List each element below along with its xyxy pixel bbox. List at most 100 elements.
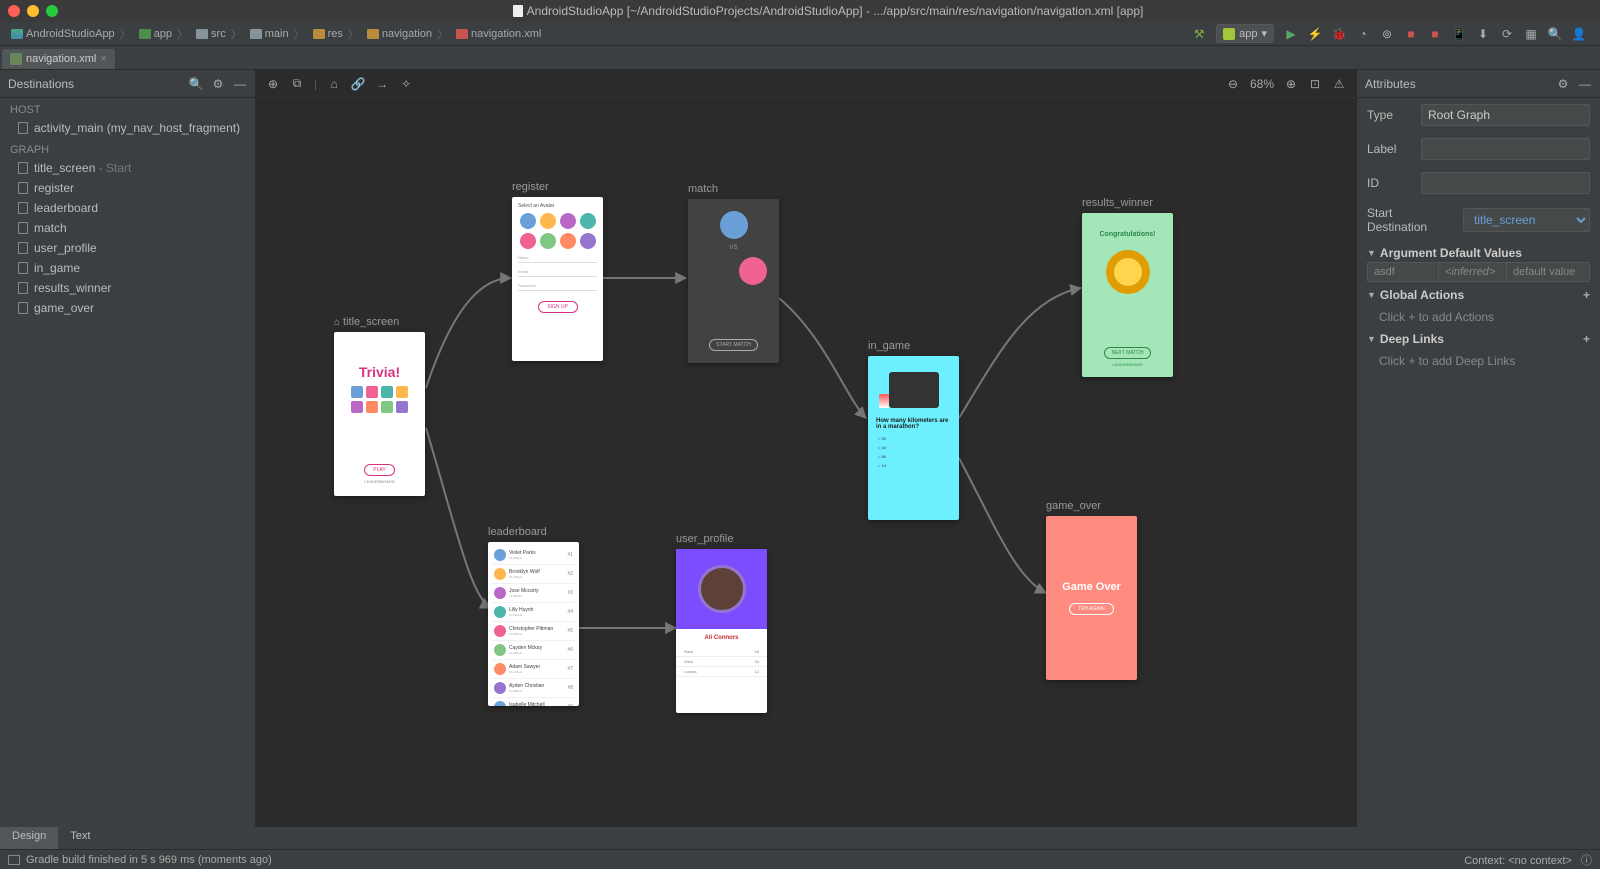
minimize-icon[interactable]: — (233, 77, 247, 91)
crumb-navigation[interactable]: navigation〉 (364, 26, 453, 42)
action-icon[interactable]: → (375, 77, 389, 91)
apply-changes-icon[interactable]: ⚡ (1308, 27, 1322, 41)
dest-register[interactable]: register (0, 178, 255, 198)
traffic-lights (8, 5, 58, 17)
profiler-icon[interactable]: ◔ (1356, 27, 1370, 41)
close-tab-icon[interactable]: × (100, 53, 106, 65)
auto-arrange-icon[interactable]: ✧ (399, 77, 413, 91)
file-tab-navigation[interactable]: navigation.xml × (2, 49, 115, 69)
start-dest-select[interactable]: title_screen (1463, 208, 1590, 232)
add-action-icon[interactable]: + (1583, 288, 1590, 302)
minimize-icon[interactable]: — (1578, 77, 1592, 91)
add-destination-icon[interactable]: ⊕ (266, 77, 280, 91)
terminal-icon[interactable] (8, 855, 20, 865)
dest-match[interactable]: match (0, 218, 255, 238)
start-dest-label: Start Destination (1367, 206, 1455, 234)
label-field[interactable] (1421, 138, 1590, 160)
fragment-icon (18, 222, 28, 234)
main-toolbar: ⚒ app▾ ▶ ⚡ 🐞 ◔ ⊚ ■ ■ 📱 ⬇ ⟳ ▦ 🔍 👤 (1192, 24, 1592, 43)
node-match[interactable]: match VS START MATCH (688, 183, 779, 363)
crumb-app[interactable]: app〉 (136, 26, 193, 42)
crumb-main[interactable]: main〉 (247, 26, 310, 42)
global-actions-header[interactable]: ▼Global Actions+ (1357, 282, 1600, 308)
dest-title-screen[interactable]: title_screen - Start (0, 158, 255, 178)
attach-debugger-icon[interactable]: ⊚ (1380, 27, 1394, 41)
nav-editor-canvas: ⊕ ⧉ | ⌂ 🔗 → ✧ ⊖ 68% ⊕ ⊡ ⚠ (256, 70, 1356, 827)
fragment-icon (18, 242, 28, 254)
user-avatar-icon[interactable]: 👤 (1572, 27, 1586, 41)
close-window-icon[interactable] (8, 5, 20, 17)
graph-section-label: GRAPH (0, 138, 255, 158)
maximize-window-icon[interactable] (46, 5, 58, 17)
nested-graph-icon[interactable]: ⧉ (290, 77, 304, 91)
gear-icon[interactable]: ⚙ (211, 77, 225, 91)
status-message: Gradle build finished in 5 s 969 ms (mom… (26, 854, 272, 866)
run-config-dropdown[interactable]: app▾ (1216, 24, 1274, 43)
host-item[interactable]: activity_main (my_nav_host_fragment) (0, 118, 255, 138)
nav-graph-canvas[interactable]: ⌂title_screen Trivia! PLAY LEADERBOARD r… (256, 98, 1356, 827)
fragment-icon (18, 202, 28, 214)
type-field[interactable] (1421, 104, 1590, 126)
run-icon[interactable]: ▶ (1284, 27, 1298, 41)
folder-icon (250, 29, 262, 39)
search-icon[interactable]: 🔍 (189, 77, 203, 91)
chevron-down-icon: ▾ (1261, 27, 1267, 40)
sync-icon[interactable]: ⟳ (1500, 27, 1514, 41)
dest-in-game[interactable]: in_game (0, 258, 255, 278)
id-label: ID (1367, 176, 1413, 190)
node-register[interactable]: register Select an Avatar Name Email Pas… (512, 181, 603, 361)
canvas-toolbar: ⊕ ⧉ | ⌂ 🔗 → ✧ ⊖ 68% ⊕ ⊡ ⚠ (256, 70, 1356, 98)
dest-game-over[interactable]: game_over (0, 298, 255, 318)
hammer-icon[interactable]: ⚒ (1192, 27, 1206, 41)
editor-tabs: navigation.xml × (0, 46, 1600, 70)
dest-leaderboard[interactable]: leaderboard (0, 198, 255, 218)
node-leaderboard[interactable]: leaderboard Violet Parks12,000pts#1Brook… (488, 526, 579, 706)
sdk-manager-icon[interactable]: ⬇ (1476, 27, 1490, 41)
node-title-screen[interactable]: ⌂title_screen Trivia! PLAY LEADERBOARD (334, 316, 425, 496)
project-structure-icon[interactable]: ▦ (1524, 27, 1538, 41)
destinations-header: Destinations 🔍 ⚙ — (0, 70, 255, 98)
node-user-profile[interactable]: user_profile Ali Connors Rank48 Wins34 L… (676, 533, 767, 713)
stop-icon[interactable]: ■ (1404, 27, 1418, 41)
arg-defaults-table[interactable]: asdf<inferred>default value (1357, 262, 1600, 282)
search-everywhere-icon[interactable]: 🔍 (1548, 27, 1562, 41)
folder-icon (196, 29, 208, 39)
dest-results-winner[interactable]: results_winner (0, 278, 255, 298)
tab-text[interactable]: Text (58, 827, 102, 849)
zoom-level: 68% (1250, 77, 1274, 91)
id-field[interactable] (1421, 172, 1590, 194)
play-button: PLAY (364, 464, 394, 476)
mac-titlebar: AndroidStudioApp [~/AndroidStudioProject… (0, 0, 1600, 22)
minimize-window-icon[interactable] (27, 5, 39, 17)
avd-manager-icon[interactable]: 📱 (1452, 27, 1466, 41)
host-section-label: HOST (0, 98, 255, 118)
destinations-title: Destinations (8, 77, 74, 91)
node-results-winner[interactable]: results_winner Congratulations! NEXT MAT… (1082, 197, 1173, 377)
crumb-src[interactable]: src〉 (193, 26, 247, 42)
debug-icon[interactable]: 🐞 (1332, 27, 1346, 41)
add-deeplink-icon[interactable]: + (1583, 332, 1590, 346)
file-icon (513, 5, 523, 17)
zoom-fit-icon[interactable]: ⊡ (1308, 77, 1322, 91)
android-icon (1223, 28, 1235, 40)
dest-user-profile[interactable]: user_profile (0, 238, 255, 258)
node-in-game[interactable]: in_game How many kilometers are in a mar… (868, 340, 959, 520)
tab-design[interactable]: Design (0, 827, 58, 849)
warnings-icon[interactable]: ⚠ (1332, 77, 1346, 91)
layout-icon (18, 122, 28, 134)
zoom-in-icon[interactable]: ⊕ (1284, 77, 1298, 91)
zoom-out-icon[interactable]: ⊖ (1226, 77, 1240, 91)
window-title-text: AndroidStudioApp [~/AndroidStudioProject… (527, 4, 1144, 18)
gear-icon[interactable]: ⚙ (1556, 77, 1570, 91)
crumb-project[interactable]: AndroidStudioApp〉 (8, 26, 136, 42)
crumb-file[interactable]: navigation.xml (453, 28, 544, 40)
crumb-res[interactable]: res〉 (310, 26, 364, 42)
link-icon[interactable]: 🔗 (351, 77, 365, 91)
res-folder-icon (367, 29, 379, 39)
context-status[interactable]: Context: <no context> ⓘ (1464, 852, 1592, 868)
node-game-over[interactable]: game_over Game Over TRY AGAIN (1046, 500, 1137, 680)
deep-links-header[interactable]: ▼Deep Links+ (1357, 326, 1600, 352)
attributes-header: Attributes ⚙ — (1357, 70, 1600, 98)
home-icon[interactable]: ⌂ (327, 77, 341, 91)
stop-icon-2[interactable]: ■ (1428, 27, 1442, 41)
